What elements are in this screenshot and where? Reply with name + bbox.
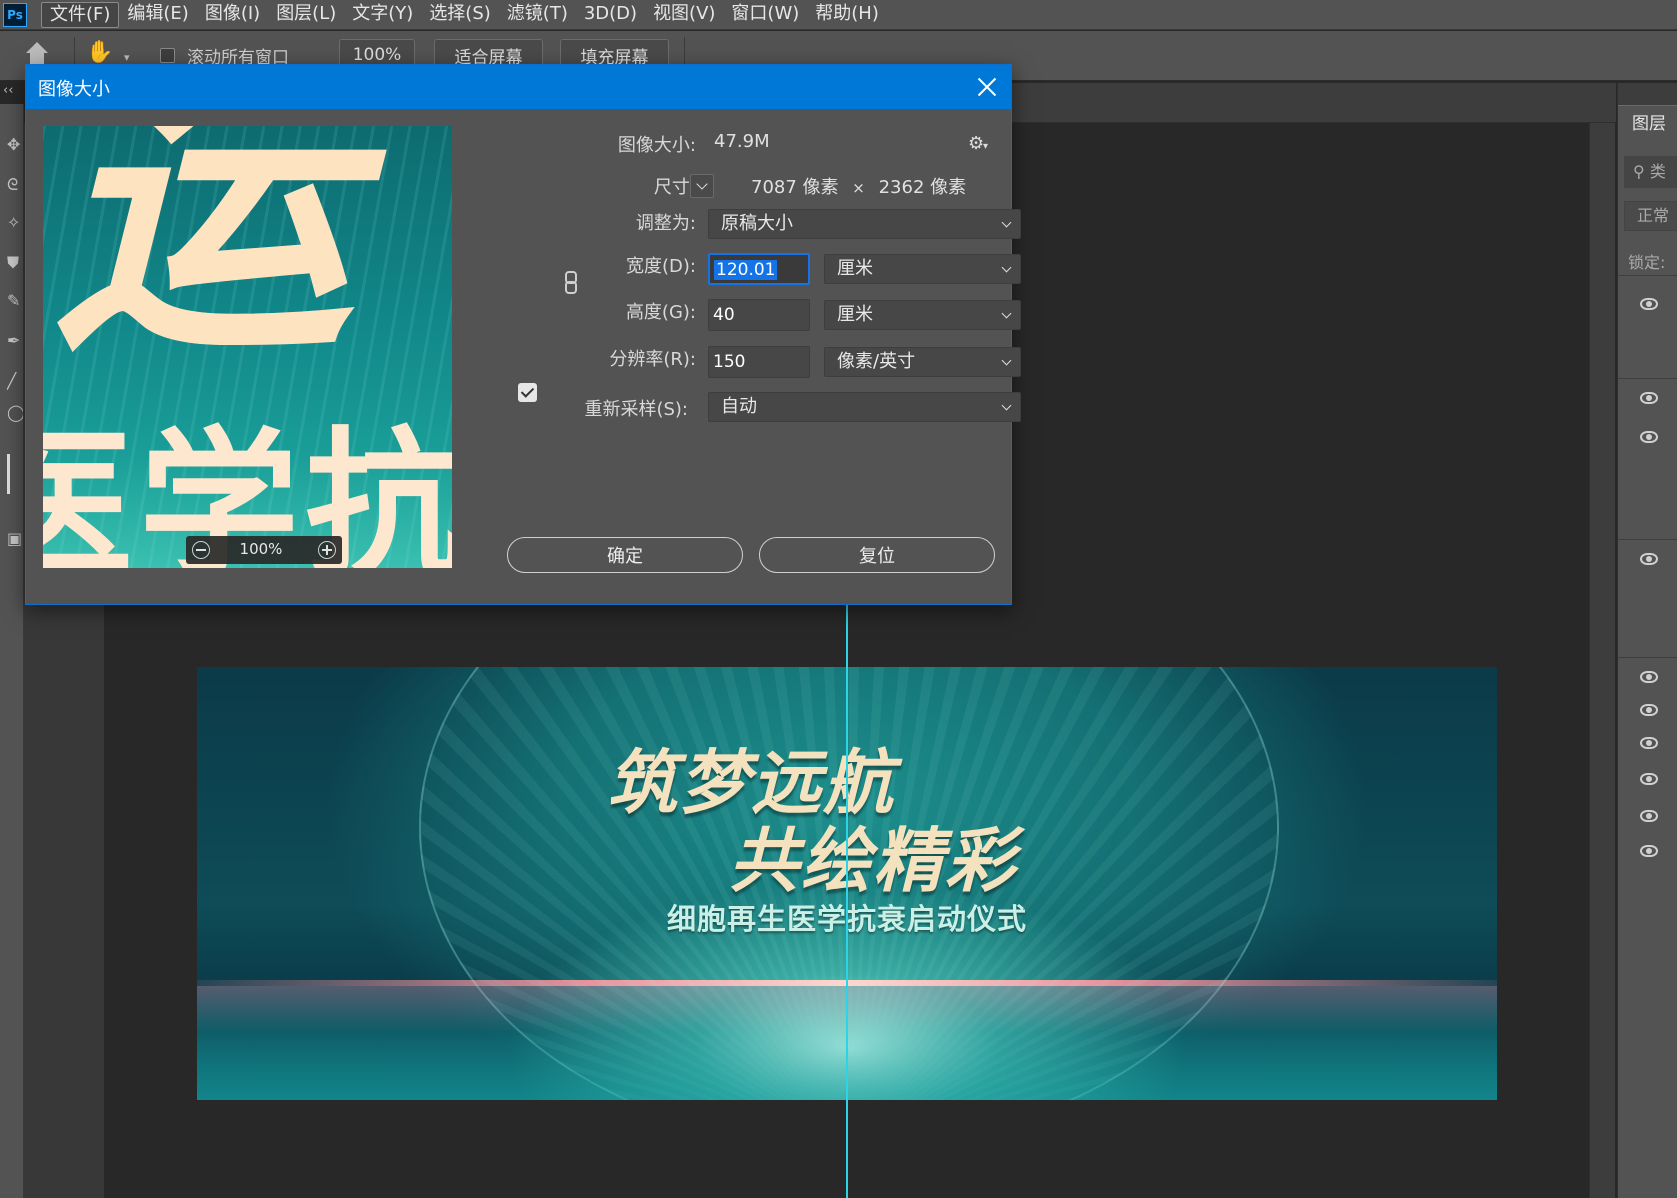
close-icon[interactable] [973, 73, 1001, 101]
visibility-eye-icon[interactable] [1640, 845, 1658, 857]
magic-wand-tool-icon[interactable]: ✧ [7, 214, 23, 232]
menu-edit[interactable]: 编辑(E) [119, 2, 196, 28]
resample-checkbox[interactable] [518, 383, 537, 402]
zoom-in-icon[interactable] [318, 541, 336, 559]
menu-layer[interactable]: 图层(L) [268, 2, 344, 28]
height-input[interactable]: 40 [708, 299, 810, 331]
menu-select[interactable]: 选择(S) [421, 2, 498, 28]
banner-headline-2: 共绘精彩 [729, 820, 1017, 902]
visibility-eye-icon[interactable] [1640, 392, 1658, 404]
image-size-label: 图像大小: [617, 135, 696, 156]
reset-button[interactable]: 复位 [759, 537, 995, 573]
line-tool-icon[interactable]: ╱ [7, 372, 23, 390]
width-input[interactable]: 120.01 [708, 253, 810, 285]
stamp-tool-icon[interactable]: ⛊ [7, 254, 23, 272]
photoshop-logo-icon[interactable]: Ps [3, 2, 27, 27]
layer-filter-search[interactable]: ⚲ 类 [1624, 156, 1677, 188]
blend-mode-select[interactable]: 正常 [1624, 201, 1677, 231]
vertical-scrollbar[interactable] [1589, 123, 1615, 1198]
menu-view[interactable]: 视图(V) [645, 2, 723, 28]
dimension-height: 2362 [878, 177, 925, 198]
visibility-eye-icon[interactable] [1640, 298, 1658, 310]
brush-tool-icon[interactable]: ✎ [7, 292, 23, 310]
width-value-selected: 120.01 [714, 260, 778, 280]
menu-help[interactable]: 帮助(H) [807, 2, 887, 28]
resample-label: 重新采样(S): [584, 399, 688, 420]
visibility-eye-icon[interactable] [1640, 810, 1658, 822]
image-size-dialog: 图像大小 运 医学抗衰 100% 图像大小: 47.9M ⚙ ▾ 尺寸: 708… [25, 64, 1021, 605]
menu-bar: Ps 文件(F) 编辑(E) 图像(I) 图层(L) 文字(Y) 选择(S) 滤… [0, 0, 1677, 30]
ok-button[interactable]: 确定 [507, 537, 743, 573]
dimensions-unit-dropdown[interactable] [690, 174, 714, 198]
dimensions-value: 7087 像素 × 2362 像素 [751, 173, 966, 199]
toolbar-collapse-icon[interactable]: ‹‹ [0, 83, 24, 103]
chevron-down-icon: ▾ [983, 141, 989, 152]
tab-layers[interactable]: 图层 [1618, 105, 1677, 143]
menu-file[interactable]: 文件(F) [41, 1, 120, 28]
dialog-titlebar[interactable]: 图像大小 [26, 65, 1011, 109]
resolution-input[interactable]: 150 [708, 346, 810, 378]
visibility-eye-icon[interactable] [1640, 671, 1658, 683]
visibility-eye-icon[interactable] [1640, 553, 1658, 565]
panel-divider [1618, 275, 1677, 276]
width-unit-select[interactable]: 厘米 [824, 254, 1021, 284]
lasso-tool-icon[interactable]: ᘓ [7, 176, 23, 194]
tools-panel: ✥ ᘓ ✧ ⛊ ✎ ✒ ╱ ◯ ▣ [0, 104, 24, 1198]
dimension-width: 7087 [751, 177, 797, 198]
search-icon: ⚲ [1633, 162, 1645, 181]
fit-to-select[interactable]: 原稿大小 [708, 209, 1021, 239]
layer-divider [1618, 657, 1677, 658]
dimension-unit: 像素 [802, 177, 839, 198]
dimensions-label: 尺寸: [653, 177, 696, 198]
vertical-guide-line[interactable] [846, 603, 848, 1198]
height-unit-select[interactable]: 厘米 [824, 300, 1021, 330]
image-preview[interactable]: 运 医学抗衰 100% [43, 126, 452, 568]
preview-glyph-large: 运 [53, 126, 353, 390]
menu-type[interactable]: 文字(Y) [344, 2, 421, 28]
scroll-all-windows-checkbox[interactable] [160, 48, 175, 63]
gear-icon[interactable]: ⚙ [968, 133, 996, 155]
dimension-unit: 像素 [930, 177, 967, 198]
hand-tool-icon[interactable]: ✋ [86, 40, 113, 65]
visibility-eye-icon[interactable] [1640, 431, 1658, 443]
visibility-eye-icon[interactable] [1640, 737, 1658, 749]
menu-image[interactable]: 图像(I) [197, 2, 268, 28]
dimension-times: × [852, 179, 865, 197]
layers-panel: 图层 ⚲ 类 正常 锁定: [1617, 83, 1677, 1198]
dialog-title: 图像大小 [38, 79, 110, 100]
chevron-down-icon[interactable]: ▾ [124, 51, 130, 64]
move-tool-icon[interactable]: ✥ [7, 136, 23, 154]
width-label: 宽度(D): [626, 256, 696, 277]
layer-divider [1618, 539, 1677, 540]
panel-header [1618, 83, 1677, 105]
menu-filter[interactable]: 滤镜(T) [499, 2, 576, 28]
visibility-eye-icon[interactable] [1640, 773, 1658, 785]
frame-tool-icon[interactable]: ▣ [7, 530, 23, 548]
lock-label: 锁定: [1628, 253, 1666, 272]
zoom-out-icon[interactable] [192, 541, 210, 559]
resolution-unit-select[interactable]: 像素/英寸 [824, 347, 1021, 377]
layer-filter-label: 类 [1649, 162, 1666, 181]
pen-tool-icon[interactable]: ✒ [7, 332, 23, 350]
fit-to-label: 调整为: [635, 213, 696, 234]
resolution-label: 分辨率(R): [609, 349, 696, 370]
height-label: 高度(G): [625, 302, 696, 323]
preview-zoom-value: 100% [239, 540, 283, 558]
type-tool-icon[interactable] [7, 454, 23, 494]
layer-divider [1618, 378, 1677, 379]
resample-select[interactable]: 自动 [708, 392, 1021, 422]
menu-window[interactable]: 窗口(W) [723, 2, 807, 28]
preview-zoom-control: 100% [186, 536, 342, 564]
visibility-eye-icon[interactable] [1640, 704, 1658, 716]
menu-3d[interactable]: 3D(D) [576, 2, 645, 28]
image-size-value: 47.9M [714, 131, 770, 152]
shape-tool-icon[interactable]: ◯ [7, 404, 23, 422]
